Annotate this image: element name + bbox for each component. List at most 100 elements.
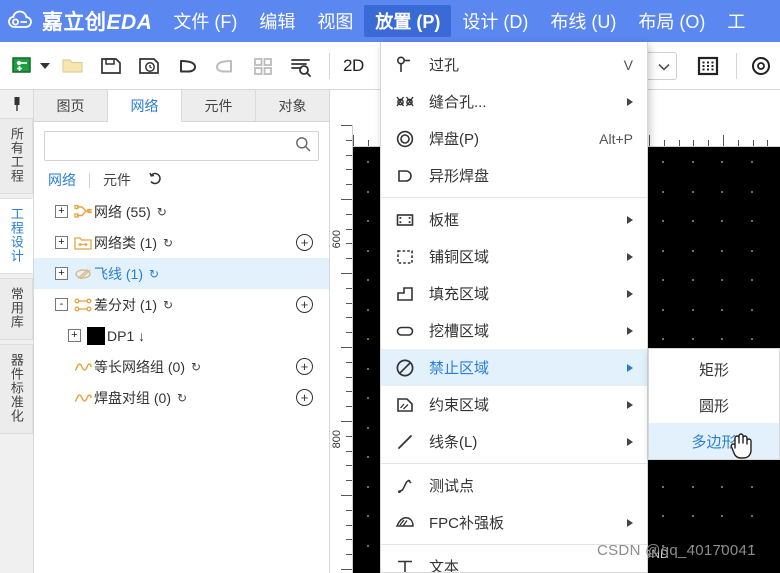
- tree-item-ratlines[interactable]: + 飞线 (1) ↻: [34, 258, 329, 289]
- expander-icon[interactable]: +: [68, 329, 81, 342]
- submenu-item-rectangle[interactable]: 矩形: [649, 351, 779, 387]
- grid-dot: [662, 279, 664, 281]
- chevron-right-icon: [627, 363, 633, 372]
- refresh-icon[interactable]: ↻: [191, 360, 201, 374]
- menu-item-shaped-pad[interactable]: 异形焊盘: [381, 157, 647, 194]
- menu-item-rule-area[interactable]: 约束区域: [381, 386, 647, 423]
- color-swatch-icon: [85, 326, 107, 345]
- search-input[interactable]: [52, 137, 295, 155]
- ruler-tick: [346, 258, 352, 260]
- ruler-tick: [346, 213, 352, 215]
- ruler-tick: [346, 524, 352, 526]
- grid-dot: [662, 515, 664, 517]
- fill-area-icon: [395, 284, 429, 304]
- menu-edit[interactable]: 编辑: [248, 5, 306, 37]
- open-folder-icon[interactable]: [56, 49, 90, 83]
- menu-item-copper-area[interactable]: 铺铜区域: [381, 238, 647, 275]
- board-outline-icon: [395, 210, 429, 230]
- menu-file[interactable]: 文件 (F): [162, 5, 248, 37]
- redo-arrow-icon[interactable]: [208, 49, 242, 83]
- vtab-common-library[interactable]: 常用库: [0, 278, 33, 340]
- expander-icon[interactable]: +: [55, 205, 68, 218]
- tree-item-dp1[interactable]: + DP1 ↓: [34, 320, 329, 351]
- menu-item-keepout-area[interactable]: 禁止区域: [381, 349, 647, 386]
- panels-grid-icon[interactable]: [246, 49, 280, 83]
- add-button[interactable]: +: [296, 358, 313, 375]
- tree-item-pad-pairs[interactable]: 焊盘对组 (0) ↻ +: [34, 382, 329, 413]
- grid-icon[interactable]: [691, 49, 725, 83]
- expander-icon[interactable]: +: [55, 267, 68, 280]
- slot-area-icon: [395, 321, 429, 341]
- menu-place[interactable]: 放置 (P): [364, 5, 452, 37]
- search-box[interactable]: [44, 131, 319, 161]
- menu-item-board-outline[interactable]: 板框: [381, 201, 647, 238]
- ptab-nets[interactable]: 网络: [108, 90, 182, 122]
- refresh-icon[interactable]: [148, 171, 163, 189]
- ruler-tick: [346, 391, 352, 393]
- menu-item-fpc-stiffener[interactable]: FPC补强板: [381, 504, 647, 541]
- menu-item-pad[interactable]: 焊盘(P) Alt+P: [381, 120, 647, 157]
- subtab-components[interactable]: 元件: [90, 170, 144, 190]
- add-button[interactable]: +: [296, 296, 313, 313]
- expander-icon[interactable]: +: [55, 236, 68, 249]
- crosshair-target-icon[interactable]: [744, 49, 778, 83]
- chevron-down-icon: [658, 58, 670, 74]
- menu-tools[interactable]: 工: [716, 5, 756, 37]
- fpc-stiffener-icon: [395, 513, 429, 533]
- grid-dot: [721, 308, 723, 311]
- mode-2d-button[interactable]: 2D: [337, 56, 370, 76]
- refresh-icon[interactable]: ↻: [163, 298, 173, 312]
- vtab-part-standardize[interactable]: 器件标准化: [0, 344, 33, 434]
- refresh-icon[interactable]: ↻: [163, 236, 173, 250]
- vtab-all-projects[interactable]: 所有工程: [0, 118, 33, 194]
- chevron-down-icon[interactable]: [40, 62, 50, 69]
- vtab-project-design[interactable]: 工程设计: [0, 198, 33, 274]
- ruler-tick: [737, 140, 739, 146]
- tree-item-length-groups[interactable]: 等长网络组 (0) ↻ +: [34, 351, 329, 382]
- subtab-nets[interactable]: 网络: [48, 170, 89, 190]
- new-document-icon[interactable]: [6, 49, 40, 83]
- menu-item-label: 异形焊盘: [429, 168, 490, 185]
- ptab-components[interactable]: 元件: [182, 90, 256, 121]
- ptab-sheets[interactable]: 图页: [34, 90, 108, 121]
- app-brand[interactable]: 嘉立创EDA: [0, 0, 162, 42]
- menu-item-stitch-via[interactable]: 缝合孔...: [381, 83, 647, 120]
- add-button[interactable]: +: [296, 234, 313, 251]
- pin-icon[interactable]: [0, 90, 33, 118]
- menu-route[interactable]: 布线 (U): [539, 5, 627, 37]
- vertical-ruler[interactable]: 600 800: [331, 125, 353, 573]
- menu-view[interactable]: 视图: [306, 5, 364, 37]
- ruler-tick: [723, 135, 724, 146]
- menu-layout[interactable]: 布局 (O): [627, 5, 716, 37]
- ptab-objects[interactable]: 对象: [256, 90, 329, 121]
- tree-item-nets[interactable]: + 网络 (55) ↻: [34, 196, 329, 227]
- ruler-tick: [346, 317, 352, 319]
- menu-item-line[interactable]: 线条(L): [381, 423, 647, 460]
- undo-arrow-icon[interactable]: [170, 49, 204, 83]
- line-icon: [395, 432, 429, 452]
- ruler-tick: [346, 450, 352, 452]
- add-button[interactable]: +: [296, 389, 313, 406]
- menu-item-label: 板框: [429, 212, 460, 229]
- menu-item-slot-area[interactable]: 挖槽区域: [381, 312, 647, 349]
- submenu-item-polygon[interactable]: 多边形: [649, 423, 779, 459]
- submenu-item-circle[interactable]: 圆形: [649, 387, 779, 423]
- menu-item-label: 线条(L): [429, 434, 478, 451]
- grid-dot: [367, 190, 369, 193]
- refresh-icon[interactable]: ↻: [149, 267, 159, 281]
- menu-item-label: 填充区域: [429, 286, 490, 303]
- save-disk-icon[interactable]: [94, 49, 128, 83]
- grid-dot: [691, 485, 694, 488]
- menu-item-fill-area[interactable]: 填充区域: [381, 275, 647, 312]
- expander-icon[interactable]: -: [55, 298, 68, 311]
- tree-item-net-classes[interactable]: + 网络类 (1) ↻ +: [34, 227, 329, 258]
- ruler-tick: [663, 140, 665, 146]
- menu-item-test-point[interactable]: 测试点: [381, 467, 647, 504]
- save-as-icon[interactable]: [132, 49, 166, 83]
- refresh-icon[interactable]: ↻: [177, 391, 187, 405]
- menu-design[interactable]: 设计 (D): [451, 5, 539, 37]
- find-list-icon[interactable]: [284, 49, 318, 83]
- menu-item-via[interactable]: 过孔 V: [381, 46, 647, 83]
- tree-item-diff-pairs[interactable]: - 差分对 (1) ↻ +: [34, 289, 329, 320]
- refresh-icon[interactable]: ↻: [157, 205, 167, 219]
